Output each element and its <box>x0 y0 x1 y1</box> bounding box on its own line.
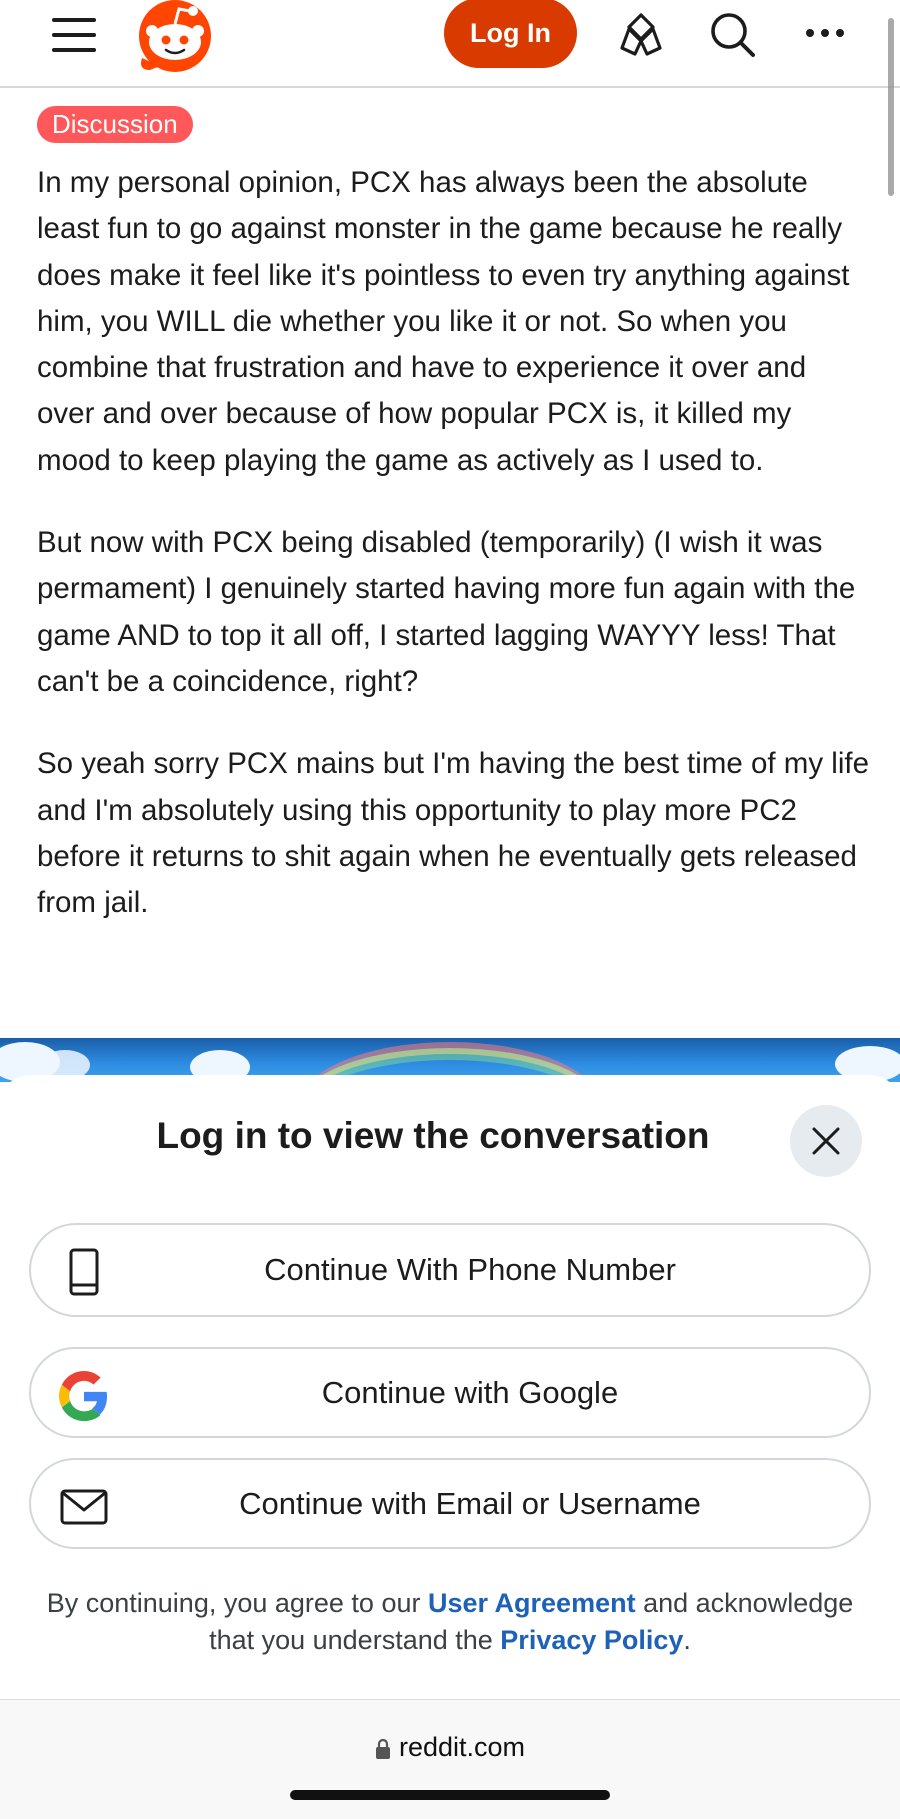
legal-prefix: By continuing, you agree to our <box>46 1588 421 1618</box>
post-body: In my personal opinion, PCX has always b… <box>37 160 869 962</box>
close-button[interactable] <box>790 1105 862 1177</box>
browser-address-bar[interactable]: reddit.com <box>0 1699 900 1819</box>
search-icon[interactable] <box>708 10 758 60</box>
header-login-button[interactable]: Log In <box>444 0 577 68</box>
privacy-policy-link[interactable]: Privacy Policy <box>500 1625 683 1655</box>
close-icon <box>812 1127 840 1155</box>
legal-suffix: . <box>683 1625 691 1655</box>
popular-icon[interactable] <box>616 10 666 60</box>
reddit-logo[interactable] <box>136 0 214 72</box>
post-paragraph: But now with PCX being disabled (tempora… <box>37 526 856 698</box>
post-paragraph: In my personal opinion, PCX has always b… <box>37 166 850 477</box>
url-display[interactable]: reddit.com <box>0 1732 900 1763</box>
post-paragraph: So yeah sorry PCX mains but I'm having t… <box>37 747 869 920</box>
email-button-label: Continue with Email or Username <box>239 1485 701 1521</box>
continue-email-button[interactable]: Continue with Email or Username <box>29 1458 871 1549</box>
page-scrollbar[interactable] <box>888 18 894 196</box>
home-indicator[interactable] <box>290 1790 610 1800</box>
continue-google-button[interactable]: Continue with Google <box>29 1347 871 1438</box>
more-options-icon[interactable] <box>800 10 850 60</box>
sheet-title: Log in to view the conversation <box>156 1115 710 1156</box>
lock-icon <box>375 1738 390 1759</box>
post-flair[interactable]: Discussion <box>37 106 193 143</box>
top-nav-bar: Log In <box>0 0 900 196</box>
phone-button-label: Continue With Phone Number <box>264 1252 676 1287</box>
url-text: reddit.com <box>398 1732 526 1762</box>
google-button-label: Continue with Google <box>321 1374 619 1410</box>
continue-phone-button[interactable]: Continue With Phone Number <box>29 1223 871 1317</box>
user-agreement-link[interactable]: User Agreement <box>428 1588 636 1618</box>
hamburger-menu-icon[interactable] <box>52 18 96 52</box>
legal-notice: By continuing, you agree to our User Agr… <box>40 1585 860 1659</box>
